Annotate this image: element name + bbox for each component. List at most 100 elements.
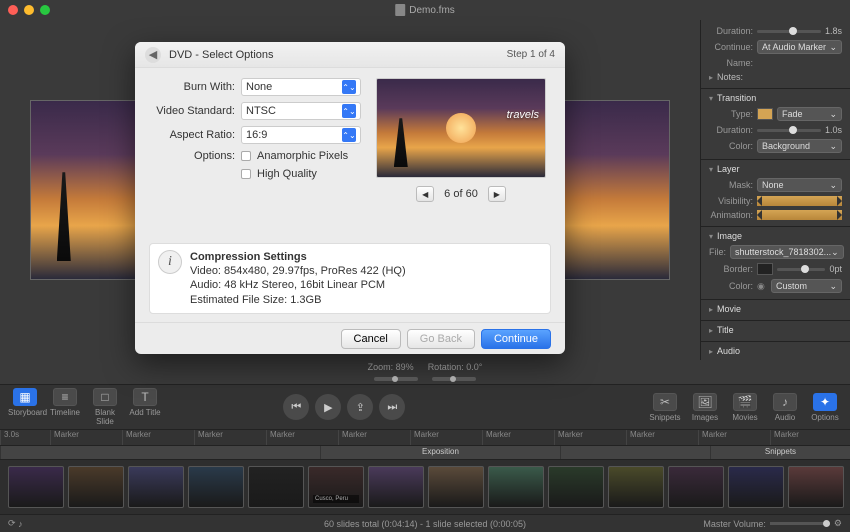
ruler-marker[interactable]: Marker <box>266 430 338 445</box>
window-controls <box>8 5 50 15</box>
ruler-marker[interactable]: Marker <box>338 430 410 445</box>
timeline-clip[interactable] <box>368 466 424 508</box>
image-color-select[interactable]: Custom⌄ <box>771 279 842 293</box>
timeline-clip[interactable] <box>728 466 784 508</box>
go-back-button[interactable]: Go Back <box>407 329 475 349</box>
export-dialog: ◀ DVD - Select Options Step 1 of 4 Burn … <box>135 42 565 354</box>
forward-button[interactable]: ⏭ <box>379 394 405 420</box>
volume-label: Master Volume: <box>703 519 766 529</box>
loop-icon[interactable]: ⟳ <box>8 518 16 529</box>
section-layer[interactable]: ▾Layer <box>701 159 850 174</box>
ruler-marker[interactable]: Marker <box>770 430 842 445</box>
section-title[interactable]: ▸Title <box>701 320 850 335</box>
modal-backdrop: ◀ DVD - Select Options Step 1 of 4 Burn … <box>0 20 700 360</box>
timeline-clip[interactable] <box>68 466 124 508</box>
burn-with-select[interactable]: None⌃⌄ <box>241 78 361 96</box>
minimize-window-button[interactable] <box>24 5 34 15</box>
layer-visibility-control[interactable] <box>757 196 842 206</box>
border-slider[interactable] <box>777 268 825 271</box>
tool-images[interactable]: 🖼Images <box>688 393 722 422</box>
cancel-button[interactable]: Cancel <box>341 329 401 349</box>
anamorphic-label: Anamorphic Pixels <box>257 150 348 162</box>
timeline-clip[interactable] <box>188 466 244 508</box>
preview-image: travels <box>376 78 546 178</box>
continue-button[interactable]: Continue <box>481 329 551 349</box>
rewind-button[interactable]: ⏮ <box>283 394 309 420</box>
timeline-clip[interactable] <box>428 466 484 508</box>
section-audio[interactable]: ▸Audio <box>701 341 850 356</box>
timeline-clip[interactable] <box>608 466 664 508</box>
ruler-marker[interactable]: Marker <box>626 430 698 445</box>
tool-movies[interactable]: 🎬Movies <box>728 393 762 422</box>
tool-add-title[interactable]: TAdd Title <box>128 388 162 426</box>
preview-next-button[interactable]: ▶ <box>488 186 506 202</box>
anamorphic-checkbox[interactable] <box>241 151 251 161</box>
preview-prev-button[interactable]: ◀ <box>416 186 434 202</box>
rotation-slider[interactable] <box>432 377 476 381</box>
video-standard-label: Video Standard: <box>149 105 235 117</box>
timeline-clip[interactable] <box>8 466 64 508</box>
transition-color-select[interactable]: Background⌄ <box>757 139 842 153</box>
highquality-checkbox[interactable] <box>241 169 251 179</box>
timeline-clip[interactable]: Cusco, Peru <box>308 466 364 508</box>
canvas-controls: Zoom: 89% Rotation: 0.0° <box>0 360 850 374</box>
video-standard-select[interactable]: NTSC⌃⌄ <box>241 102 361 120</box>
compression-heading: Compression Settings <box>190 250 406 264</box>
transition-swatch <box>757 108 773 120</box>
preview-overlay-text: travels <box>507 109 539 121</box>
options-label: Options: <box>149 150 235 162</box>
section-movie[interactable]: ▸Movie <box>701 299 850 314</box>
timeline-clip[interactable] <box>788 466 844 508</box>
timeline-clip[interactable] <box>128 466 184 508</box>
volume-slider[interactable] <box>770 522 830 525</box>
timeline-ruler[interactable]: 3.0sMarkerMarkerMarkerMarkerMarkerMarker… <box>0 430 850 446</box>
border-swatch[interactable] <box>757 263 773 275</box>
ruler-marker[interactable]: Marker <box>698 430 770 445</box>
compression-size: Estimated File Size: 1.3GB <box>190 293 406 307</box>
status-summary: 60 slides total (0:04:14) - 1 slide sele… <box>324 519 526 529</box>
zoom-window-button[interactable] <box>40 5 50 15</box>
image-file-select[interactable]: shutterstock_7818302...⌄ <box>730 245 844 259</box>
layer-mask-select[interactable]: None⌄ <box>757 178 842 192</box>
close-window-button[interactable] <box>8 5 18 15</box>
ruler-marker[interactable]: Marker <box>482 430 554 445</box>
ruler-marker[interactable]: Marker <box>194 430 266 445</box>
timeline-clip[interactable] <box>668 466 724 508</box>
play-button[interactable]: ▶ <box>315 394 341 420</box>
tool-timeline[interactable]: ≡Timeline <box>48 388 82 426</box>
continue-label: Continue: <box>709 42 753 52</box>
timeline-clip[interactable] <box>248 466 304 508</box>
tool-audio[interactable]: ♪Audio <box>768 393 802 422</box>
timeline-clip[interactable] <box>488 466 544 508</box>
zoom-slider[interactable] <box>374 377 418 381</box>
share-button[interactable]: ⇪ <box>347 394 373 420</box>
music-icon[interactable]: ♪ <box>18 519 23 529</box>
ruler-marker[interactable]: Marker <box>122 430 194 445</box>
tool-blank-slide[interactable]: □Blank Slide <box>88 388 122 426</box>
tool-options[interactable]: ✦Options <box>808 393 842 422</box>
layer-animation-control[interactable] <box>757 210 842 220</box>
tool-snippets[interactable]: ✂Snippets <box>648 393 682 422</box>
duration-slider[interactable] <box>757 30 821 33</box>
section-transition[interactable]: ▾Transition <box>701 88 850 103</box>
continue-select[interactable]: At Audio Marker⌄ <box>757 40 842 54</box>
tool-storyboard[interactable]: ▦Storyboard <box>8 388 42 426</box>
compression-audio: Audio: 48 kHz Stereo, 16bit Linear PCM <box>190 278 406 292</box>
transport-controls: ⏮ ▶ ⇪ ⏭ <box>283 394 405 420</box>
preview-nav: ◀ 6 of 60 ▶ <box>371 186 551 202</box>
timeline-clip[interactable] <box>548 466 604 508</box>
aspect-ratio-select[interactable]: 16:9⌃⌄ <box>241 126 361 144</box>
ruler-marker[interactable]: Marker <box>50 430 122 445</box>
section-image[interactable]: ▾Image <box>701 226 850 241</box>
dialog-back-button[interactable]: ◀ <box>145 47 161 63</box>
ruler-marker[interactable]: Marker <box>410 430 482 445</box>
toolbar: ▦Storyboard≡Timeline□Blank SlideTAdd Tit… <box>0 384 850 430</box>
ruler-marker[interactable]: Marker <box>554 430 626 445</box>
duration-label: Duration: <box>709 26 753 36</box>
transition-type-select[interactable]: Fade⌄ <box>777 107 842 121</box>
transition-duration-slider[interactable] <box>757 129 821 132</box>
settings-icon[interactable]: ⚙ <box>834 518 842 529</box>
dialog-form: Burn With: None⌃⌄ Video Standard: NTSC⌃⌄… <box>149 78 361 233</box>
timeline-track[interactable]: Cusco, Peru <box>0 460 850 514</box>
notes-label[interactable]: Notes: <box>717 72 743 82</box>
